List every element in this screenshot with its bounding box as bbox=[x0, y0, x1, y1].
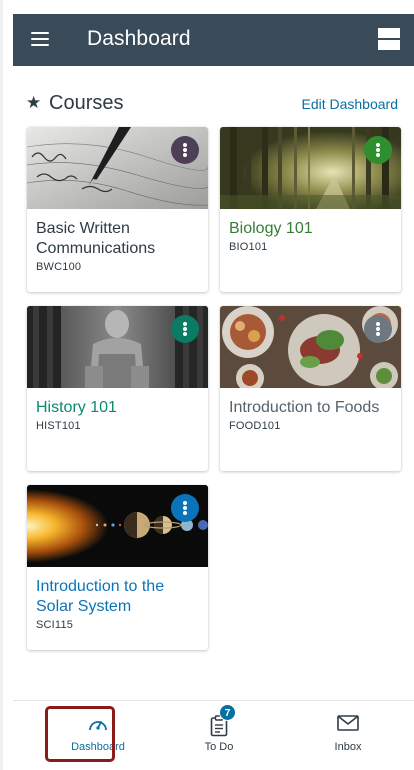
more-vertical-icon bbox=[183, 501, 187, 515]
more-vertical-icon bbox=[376, 322, 380, 336]
course-card-sci115[interactable]: Introduction to the Solar System SCI115 bbox=[27, 485, 208, 650]
star-icon: ★ bbox=[26, 93, 42, 113]
nav-inbox-label: Inbox bbox=[334, 741, 362, 753]
course-title[interactable]: History 101 bbox=[36, 398, 202, 418]
course-menu-button[interactable] bbox=[171, 136, 199, 164]
app-screen: Dashboard ★ Courses Edit Dashboard Basic… bbox=[0, 0, 414, 770]
more-vertical-icon bbox=[183, 322, 187, 336]
layout-toggle-icon[interactable] bbox=[378, 28, 400, 50]
course-code: HIST101 bbox=[36, 420, 81, 432]
course-code: FOOD101 bbox=[229, 420, 281, 432]
more-vertical-icon bbox=[183, 143, 187, 157]
course-code: SCI115 bbox=[36, 619, 74, 631]
envelope-icon bbox=[337, 715, 359, 731]
courses-section-header: ★ Courses Edit Dashboard bbox=[26, 92, 398, 116]
nav-todo-label: To Do bbox=[204, 741, 234, 753]
nav-dashboard[interactable]: Dashboard bbox=[43, 701, 153, 763]
hamburger-icon[interactable] bbox=[31, 32, 49, 47]
course-card-bwc100[interactable]: Basic Written Communications BWC100 bbox=[27, 127, 208, 292]
courses-title: Courses bbox=[49, 92, 124, 114]
edit-dashboard-link[interactable]: Edit Dashboard bbox=[301, 96, 398, 112]
course-code: BIO101 bbox=[229, 241, 268, 253]
page-title: Dashboard bbox=[87, 27, 191, 50]
course-title[interactable]: Basic Written Communications bbox=[36, 219, 202, 259]
course-menu-button[interactable] bbox=[171, 315, 199, 343]
nav-inbox[interactable]: Inbox bbox=[293, 701, 403, 763]
course-menu-button[interactable] bbox=[364, 315, 392, 343]
todo-count-badge: 7 bbox=[219, 704, 236, 721]
nav-dashboard-label: Dashboard bbox=[71, 741, 125, 753]
course-card-bio101[interactable]: Biology 101 BIO101 bbox=[220, 127, 401, 292]
course-card-food101[interactable]: Introduction to Foods FOOD101 bbox=[220, 306, 401, 471]
course-title[interactable]: Introduction to the Solar System bbox=[36, 577, 202, 617]
course-code: BWC100 bbox=[36, 261, 82, 273]
app-header: Dashboard bbox=[13, 14, 414, 66]
course-title[interactable]: Introduction to Foods bbox=[229, 398, 395, 418]
bottom-navigation: Dashboard To Do Inbox bbox=[13, 700, 414, 770]
more-vertical-icon bbox=[376, 143, 380, 157]
course-card-hist101[interactable]: History 101 HIST101 bbox=[27, 306, 208, 471]
course-title[interactable]: Biology 101 bbox=[229, 219, 395, 239]
course-menu-button[interactable] bbox=[171, 494, 199, 522]
dashboard-gauge-icon bbox=[89, 721, 107, 731]
window-edge bbox=[0, 0, 3, 770]
course-menu-button[interactable] bbox=[364, 136, 392, 164]
